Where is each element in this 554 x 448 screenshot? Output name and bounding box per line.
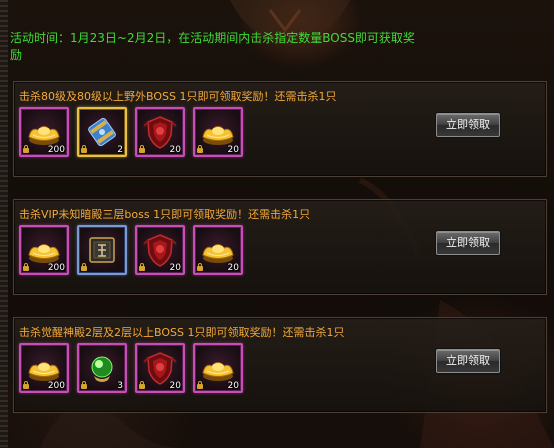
task-panel-3: 击杀觉醒神殿2层及2层以上BOSS 1只即可领取奖励！还需击杀1只 200 3 … bbox=[13, 317, 547, 413]
item-quantity: 20 bbox=[227, 381, 239, 391]
item-quantity: 200 bbox=[47, 381, 65, 391]
claim-button[interactable]: 立即领取 bbox=[436, 113, 500, 137]
reward-slot[interactable]: 20 bbox=[135, 343, 185, 393]
reward-slot[interactable]: 20 bbox=[193, 343, 243, 393]
lock-icon bbox=[23, 381, 29, 389]
event-intro-text: 活动时间：1月23日~2月2日，在活动期间内击杀指定数量BOSS即可获取奖 励 bbox=[10, 30, 450, 64]
lock-icon bbox=[23, 145, 29, 153]
rune-tablet-icon bbox=[83, 231, 121, 269]
event-window: 活动时间：1月23日~2月2日，在活动期间内击杀指定数量BOSS即可获取奖 励 … bbox=[0, 0, 554, 448]
reward-slot[interactable]: 20 bbox=[193, 107, 243, 157]
lock-icon bbox=[197, 145, 203, 153]
lock-icon bbox=[23, 263, 29, 271]
item-quantity: 3 bbox=[117, 381, 123, 391]
lock-icon bbox=[197, 381, 203, 389]
reward-slot[interactable] bbox=[77, 225, 127, 275]
item-quantity: 20 bbox=[169, 381, 181, 391]
event-intro-line-1: 活动时间：1月23日~2月2日，在活动期间内击杀指定数量BOSS即可获取奖 bbox=[10, 31, 415, 45]
lock-icon bbox=[81, 381, 87, 389]
lock-icon bbox=[139, 145, 145, 153]
lock-icon bbox=[81, 145, 87, 153]
reward-slot[interactable]: 200 bbox=[19, 107, 69, 157]
task-title: 击杀VIP未知暗殿三层boss 1只即可领取奖励！还需击杀1只 bbox=[19, 208, 311, 221]
claim-button[interactable]: 立即领取 bbox=[436, 349, 500, 373]
reward-slot[interactable]: 200 bbox=[19, 225, 69, 275]
item-quantity: 20 bbox=[169, 145, 181, 155]
task-title: 击杀觉醒神殿2层及2层以上BOSS 1只即可领取奖励！还需击杀1只 bbox=[19, 326, 345, 339]
green-orb-icon bbox=[83, 349, 121, 387]
lock-icon bbox=[81, 263, 87, 271]
task-panel-2: 击杀VIP未知暗殿三层boss 1只即可领取奖励！还需击杀1只 200 20 2… bbox=[13, 199, 547, 295]
lock-icon bbox=[197, 263, 203, 271]
item-quantity: 200 bbox=[47, 145, 65, 155]
item-quantity: 2 bbox=[117, 145, 123, 155]
scroll-icon bbox=[83, 113, 121, 151]
reward-slot[interactable]: 20 bbox=[135, 225, 185, 275]
reward-slot[interactable]: 20 bbox=[135, 107, 185, 157]
reward-slot[interactable]: 20 bbox=[193, 225, 243, 275]
event-intro-line-2: 励 bbox=[10, 48, 23, 62]
task-panel-1: 击杀80级及80级以上野外BOSS 1只即可领取奖励！还需击杀1只 200 2 … bbox=[13, 81, 547, 177]
item-quantity: 200 bbox=[47, 263, 65, 273]
lock-icon bbox=[139, 381, 145, 389]
item-quantity: 20 bbox=[169, 263, 181, 273]
claim-button[interactable]: 立即领取 bbox=[436, 231, 500, 255]
task-title: 击杀80级及80级以上野外BOSS 1只即可领取奖励！还需击杀1只 bbox=[19, 90, 337, 103]
item-quantity: 20 bbox=[227, 263, 239, 273]
reward-slot[interactable]: 200 bbox=[19, 343, 69, 393]
reward-slot[interactable]: 3 bbox=[77, 343, 127, 393]
reward-slot[interactable]: 2 bbox=[77, 107, 127, 157]
item-quantity: 20 bbox=[227, 145, 239, 155]
left-edge-strip bbox=[0, 0, 8, 448]
lock-icon bbox=[139, 263, 145, 271]
